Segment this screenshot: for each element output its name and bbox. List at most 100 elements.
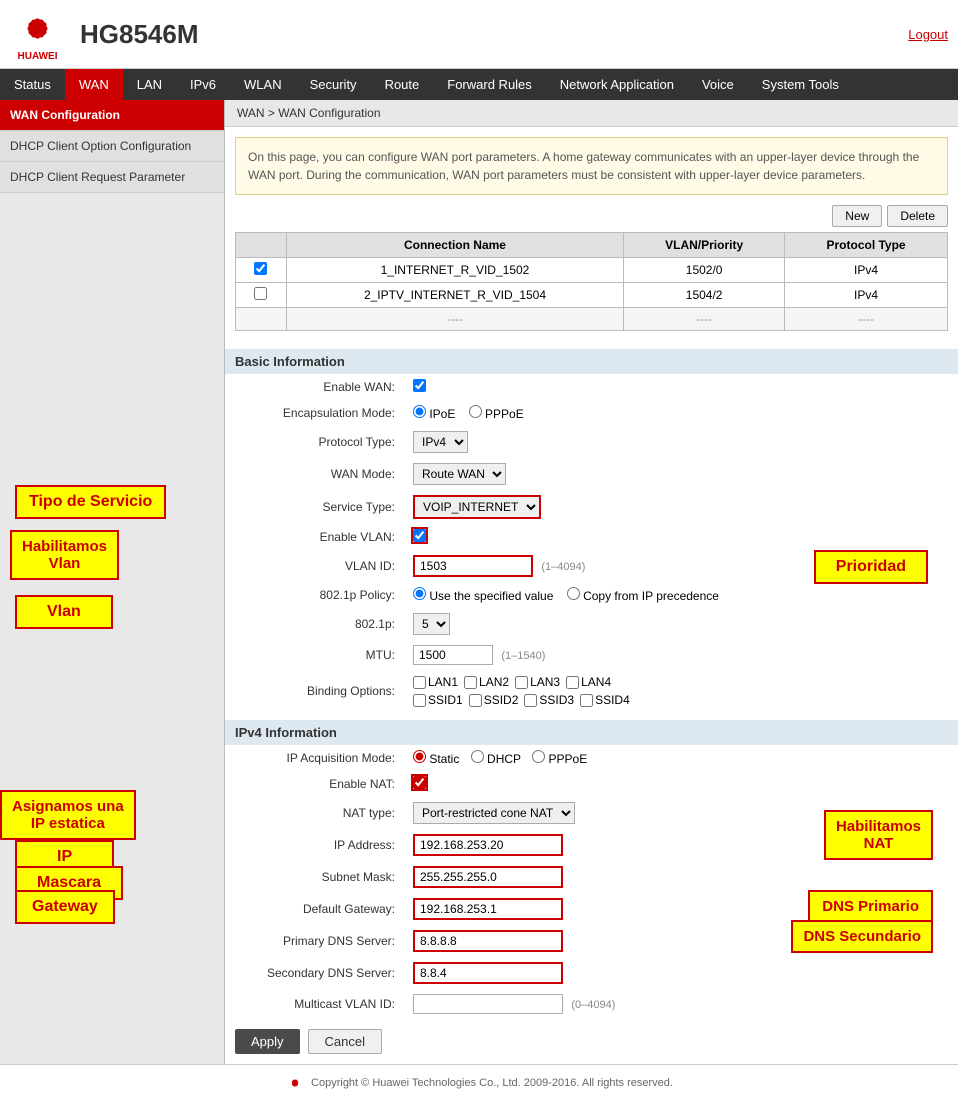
vlan-id-input[interactable]	[413, 555, 533, 577]
row1-checkbox[interactable]	[254, 262, 267, 275]
wan-mode-value: Route WAN	[405, 458, 958, 490]
sidebar-item-wan-config[interactable]: WAN Configuration	[0, 100, 224, 131]
nav-status[interactable]: Status	[0, 69, 65, 100]
pppoe-radio[interactable]	[469, 405, 482, 418]
vlan-id-hint: (1–4094)	[541, 561, 585, 573]
service-type-label: Service Type:	[225, 490, 405, 524]
table-cell-vlan: 1504/2	[624, 283, 785, 308]
table-cell-protocol: IPv4	[785, 283, 948, 308]
nav-bar: Status WAN LAN IPv6 WLAN Security Route …	[0, 69, 958, 100]
nat-type-select[interactable]: Port-restricted cone NAT	[413, 802, 575, 824]
nav-forward-rules[interactable]: Forward Rules	[433, 69, 546, 100]
main-layout: WAN Configuration DHCP Client Option Con…	[0, 100, 958, 1064]
secondary-dns-label: Secondary DNS Server:	[225, 957, 405, 989]
form-row-enable-vlan: Enable VLAN:	[225, 524, 958, 550]
row2-checkbox[interactable]	[254, 287, 267, 300]
multicast-vlan-value: (0–4094)	[405, 989, 958, 1019]
enable-nat-checkbox[interactable]	[413, 776, 426, 789]
nav-security[interactable]: Security	[296, 69, 371, 100]
lan3-checkbox[interactable]	[515, 676, 528, 689]
802-1p-value: 5	[405, 608, 958, 640]
802-1p-select[interactable]: 5	[413, 613, 450, 635]
nav-lan[interactable]: LAN	[123, 69, 176, 100]
nav-network-application[interactable]: Network Application	[546, 69, 688, 100]
delete-button[interactable]: Delete	[887, 205, 948, 227]
enable-wan-label: Enable WAN:	[225, 374, 405, 400]
form-row-protocol-type: Protocol Type: IPv4	[225, 426, 958, 458]
binding-value: LAN1 LAN2 LAN3 LAN4 SSID1 SSID2 SSID3 SS…	[405, 670, 958, 712]
nav-system-tools[interactable]: System Tools	[748, 69, 853, 100]
lan2-checkbox[interactable]	[464, 676, 477, 689]
enable-vlan-checkbox[interactable]	[413, 529, 426, 542]
pppoe-acq-radio[interactable]	[532, 750, 545, 763]
enable-wan-checkbox[interactable]	[413, 379, 426, 392]
secondary-dns-input[interactable]	[413, 962, 563, 984]
form-row-mtu: MTU: (1–1540)	[225, 640, 958, 670]
subnet-mask-input[interactable]	[413, 866, 563, 888]
logout-button[interactable]: Logout	[908, 27, 948, 42]
annotation-dns-secundario: DNS Secundario	[791, 920, 933, 953]
ipoE-option: IPoE	[413, 407, 455, 421]
nav-wan[interactable]: WAN	[65, 69, 123, 100]
form-row-multicast-vlan: Multicast VLAN ID: (0–4094)	[225, 989, 958, 1019]
wan-mode-select[interactable]: Route WAN	[413, 463, 506, 485]
apply-button[interactable]: Apply	[235, 1029, 300, 1054]
default-gateway-input[interactable]	[413, 898, 563, 920]
brand-label: HUAWEI	[18, 51, 58, 62]
sidebar-item-dhcp-option[interactable]: DHCP Client Option Configuration	[0, 131, 224, 162]
mtu-value: (1–1540)	[405, 640, 958, 670]
form-row-enable-nat: Enable NAT:	[225, 771, 958, 797]
form-row-802-1p: 802.1p: 5	[225, 608, 958, 640]
ssid2-checkbox[interactable]	[469, 694, 482, 707]
table-header-protocol: Protocol Type	[785, 233, 948, 258]
annotation-dns-primario: DNS Primario	[808, 890, 933, 923]
wan-mode-label: WAN Mode:	[225, 458, 405, 490]
copy-from-ip-radio[interactable]	[567, 587, 580, 600]
static-radio[interactable]	[413, 750, 426, 763]
802-policy-label: 802.1p Policy:	[225, 582, 405, 608]
table-cell-dash: ----	[286, 308, 623, 331]
ssid4-checkbox[interactable]	[580, 694, 593, 707]
copy-from-ip-option: Copy from IP precedence	[567, 589, 719, 603]
nav-wlan[interactable]: WLAN	[230, 69, 296, 100]
protocol-type-select[interactable]: IPv4	[413, 431, 468, 453]
table-cell-dash: ----	[624, 308, 785, 331]
use-specified-radio[interactable]	[413, 587, 426, 600]
table-cell-name: 1_INTERNET_R_VID_1502	[286, 258, 623, 283]
lan1-checkbox[interactable]	[413, 676, 426, 689]
table-header-connection-name: Connection Name	[286, 233, 623, 258]
ssid1-checkbox[interactable]	[413, 694, 426, 707]
multicast-vlan-input[interactable]	[413, 994, 563, 1014]
nav-route[interactable]: Route	[371, 69, 434, 100]
802-1p-label: 802.1p:	[225, 608, 405, 640]
dhcp-radio[interactable]	[471, 750, 484, 763]
protocol-type-value: IPv4	[405, 426, 958, 458]
table-buttons: New Delete	[235, 205, 948, 227]
annotation-vlan: Vlan	[15, 595, 113, 629]
nav-voice[interactable]: Voice	[688, 69, 748, 100]
new-button[interactable]: New	[832, 205, 882, 227]
mtu-input[interactable]	[413, 645, 493, 665]
enable-nat-label: Enable NAT:	[225, 771, 405, 797]
primary-dns-input[interactable]	[413, 930, 563, 952]
service-type-value: VOIP_INTERNET	[405, 490, 958, 524]
footer-text: Copyright © Huawei Technologies Co., Ltd…	[311, 1077, 673, 1089]
ipoE-radio[interactable]	[413, 405, 426, 418]
footer-logo: Copyright © Huawei Technologies Co., Ltd…	[285, 1075, 673, 1091]
annotation-tipo-servicio: Tipo de Servicio	[15, 485, 166, 519]
ipv4-info-form: IP Acquisition Mode: Static DHCP PPPoE E…	[225, 745, 958, 1019]
ssid3-checkbox[interactable]	[524, 694, 537, 707]
form-row-802-policy: 802.1p Policy: Use the specified value C…	[225, 582, 958, 608]
enable-wan-value	[405, 374, 958, 400]
header: HUAWEI HG8546M Logout	[0, 0, 958, 69]
nav-ipv6[interactable]: IPv6	[176, 69, 230, 100]
form-row-secondary-dns: Secondary DNS Server:	[225, 957, 958, 989]
connection-table: Connection Name VLAN/Priority Protocol T…	[235, 232, 948, 331]
sidebar-item-dhcp-request[interactable]: DHCP Client Request Parameter	[0, 162, 224, 193]
lan4-checkbox[interactable]	[566, 676, 579, 689]
service-type-select[interactable]: VOIP_INTERNET	[413, 495, 541, 519]
cancel-button[interactable]: Cancel	[308, 1029, 382, 1054]
form-row-ip-acquisition: IP Acquisition Mode: Static DHCP PPPoE	[225, 745, 958, 771]
ip-address-input[interactable]	[413, 834, 563, 856]
ip-acquisition-value: Static DHCP PPPoE	[405, 745, 958, 771]
